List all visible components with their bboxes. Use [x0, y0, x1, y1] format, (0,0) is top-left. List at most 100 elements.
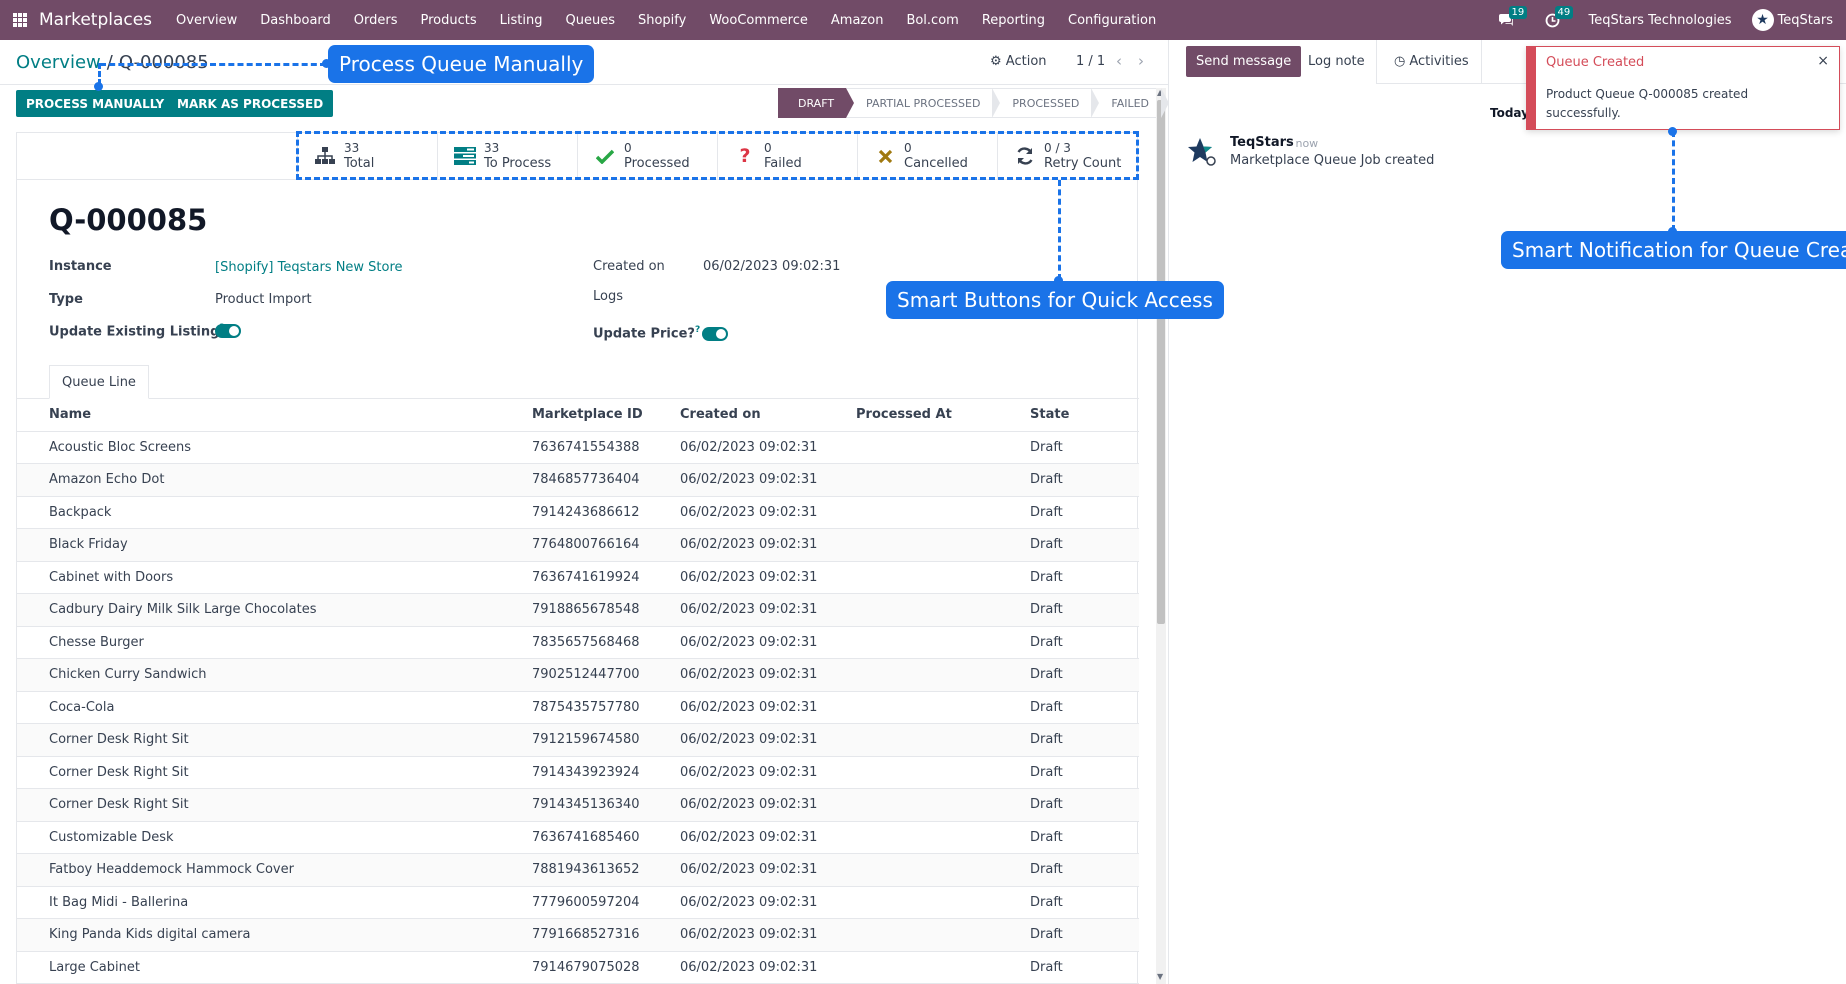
- update-price-label: Update Price??: [593, 325, 700, 341]
- table-row[interactable]: Corner Desk Right Sit 7914345136340 06/02/…: [17, 788, 1139, 822]
- table-row[interactable]: Corner Desk Right Sit 7914343923924 06/02/…: [17, 756, 1139, 789]
- cell-name: Coca-Cola: [17, 691, 532, 724]
- stage-draft[interactable]: DRAFT: [778, 88, 855, 118]
- menu-amazon[interactable]: Amazon: [831, 13, 884, 28]
- menu-configuration[interactable]: Configuration: [1068, 13, 1156, 28]
- menu-listing[interactable]: Listing: [500, 13, 543, 28]
- stage-failed[interactable]: FAILED: [1091, 88, 1169, 118]
- update-price-toggle[interactable]: [702, 327, 728, 341]
- menu-products[interactable]: Products: [421, 13, 477, 28]
- cell-name: Acoustic Bloc Screens: [17, 431, 532, 464]
- mark-as-processed-button[interactable]: MARK AS PROCESSED: [167, 90, 334, 117]
- table-row[interactable]: Black Friday 7764800766164 06/02/2023 09:0…: [17, 528, 1139, 562]
- menu-woocommerce[interactable]: WooCommerce: [709, 13, 808, 28]
- process-manually-button[interactable]: PROCESS MANUALLY: [16, 90, 175, 117]
- update-existing-listing-toggle[interactable]: [215, 324, 241, 338]
- column-processed-at[interactable]: Processed At: [856, 399, 1030, 432]
- scroll-down-arrow-icon[interactable]: ▼: [1157, 972, 1163, 981]
- chevron-right-icon[interactable]: ›: [1138, 52, 1144, 70]
- cell-marketplace-id: 7881943613652: [532, 853, 680, 887]
- annotation-dot: [94, 82, 103, 91]
- table-row[interactable]: Cadbury Dairy Milk Silk Large Chocolates…: [17, 593, 1139, 627]
- cell-created-on: 06/02/2023 09:02:31: [680, 528, 856, 562]
- cell-processed-at: [856, 431, 1030, 464]
- table-row[interactable]: Backpack 7914243686612 06/02/2023 09:02:31…: [17, 496, 1139, 529]
- instance-field[interactable]: [Shopify] Teqstars New Store: [215, 260, 403, 275]
- cell-state: Draft: [1030, 528, 1139, 562]
- message-author[interactable]: TeqStars: [1230, 135, 1294, 150]
- column-name[interactable]: Name: [17, 399, 532, 432]
- cell-created-on: 06/02/2023 09:02:31: [680, 756, 856, 789]
- table-row[interactable]: Chesse Burger 7835657568468 06/02/2023 09:…: [17, 626, 1139, 659]
- update-price-text: Update Price?: [593, 326, 695, 342]
- annotation-line: [100, 63, 326, 66]
- cell-processed-at: [856, 463, 1030, 497]
- menu-overview[interactable]: Overview: [176, 13, 237, 28]
- action-menu-button[interactable]: ⚙ Action: [990, 54, 1047, 69]
- activities-clock-icon[interactable]: 49: [1543, 6, 1574, 30]
- table-row[interactable]: It Bag Midi - Ballerina 7779600597204 06/0…: [17, 886, 1139, 919]
- menu-orders[interactable]: Orders: [354, 13, 398, 28]
- cell-state: Draft: [1030, 593, 1139, 627]
- type-field[interactable]: Product Import: [215, 292, 312, 307]
- cell-created-on: 06/02/2023 09:02:31: [680, 918, 856, 952]
- help-mark[interactable]: ?: [695, 325, 700, 335]
- chevron-left-icon[interactable]: ‹: [1116, 52, 1122, 70]
- cell-state: Draft: [1030, 951, 1139, 984]
- menu-queues[interactable]: Queues: [565, 13, 614, 28]
- cell-marketplace-id: 7914679075028: [532, 951, 680, 984]
- column-marketplace-id[interactable]: Marketplace ID: [532, 399, 680, 432]
- table-row[interactable]: Large Cabinet 7914679075028 06/02/2023 09:…: [17, 951, 1139, 984]
- table-row[interactable]: Fatboy Headdemock Hammock Cover 788194361…: [17, 853, 1139, 887]
- breadcrumb-overview[interactable]: Overview: [16, 52, 101, 73]
- tab-queue-line[interactable]: Queue Line: [49, 365, 149, 399]
- cell-processed-at: [856, 788, 1030, 822]
- table-row[interactable]: Chicken Curry Sandwich 7902512447700 06/02…: [17, 658, 1139, 692]
- messages-icon[interactable]: 19: [1497, 6, 1528, 30]
- cell-name: Corner Desk Right Sit: [17, 723, 532, 757]
- form-scrollbar-thumb[interactable]: [1157, 100, 1165, 624]
- app-brand[interactable]: Marketplaces: [39, 10, 152, 30]
- top-navbar: Marketplaces Overview Dashboard Orders P…: [0, 0, 1846, 40]
- activities-button[interactable]: ◷ Activities: [1384, 46, 1479, 77]
- messages-badge: 19: [1508, 6, 1528, 19]
- table-row[interactable]: Customizable Desk 7636741685460 06/02/2023…: [17, 821, 1139, 854]
- table-row[interactable]: King Panda Kids digital camera 7791668527…: [17, 918, 1139, 952]
- log-note-button[interactable]: Log note: [1298, 46, 1375, 77]
- apps-grid-icon[interactable]: [13, 13, 27, 27]
- company-switcher[interactable]: TeqStars Technologies: [1589, 13, 1732, 28]
- cell-processed-at: [856, 918, 1030, 952]
- cell-marketplace-id: 7914345136340: [532, 788, 680, 822]
- cell-marketplace-id: 7636741685460: [532, 821, 680, 854]
- created-on-label: Created on: [593, 259, 665, 274]
- callout-smart-buttons: Smart Buttons for Quick Access: [886, 281, 1224, 319]
- close-icon[interactable]: ×: [1817, 53, 1829, 69]
- cell-created-on: 06/02/2023 09:02:31: [680, 951, 856, 984]
- cell-name: Chicken Curry Sandwich: [17, 658, 532, 692]
- stage-processed[interactable]: PROCESSED: [992, 88, 1100, 118]
- menu-shopify[interactable]: Shopify: [638, 13, 686, 28]
- table-row[interactable]: Amazon Echo Dot 7846857736404 06/02/2023 0…: [17, 463, 1139, 497]
- clock-icon: ◷: [1394, 54, 1406, 69]
- pager-value[interactable]: 1 / 1: [1076, 54, 1105, 69]
- column-state[interactable]: State: [1030, 399, 1139, 432]
- cell-name: It Bag Midi - Ballerina: [17, 886, 532, 919]
- menu-bolcom[interactable]: Bol.com: [906, 13, 958, 28]
- column-created-on[interactable]: Created on: [680, 399, 856, 432]
- logs-label: Logs: [593, 289, 623, 304]
- cell-state: Draft: [1030, 723, 1139, 757]
- table-row[interactable]: Coca-Cola 7875435757780 06/02/2023 09:02:3…: [17, 691, 1139, 724]
- user-menu[interactable]: ★ TeqStars: [1751, 9, 1833, 31]
- menu-reporting[interactable]: Reporting: [982, 13, 1045, 28]
- action-label: Action: [1005, 54, 1047, 69]
- table-row[interactable]: Corner Desk Right Sit 7912159674580 06/02/…: [17, 723, 1139, 757]
- stage-partial-processed[interactable]: PARTIAL PROCESSED: [846, 88, 1001, 118]
- cell-created-on: 06/02/2023 09:02:31: [680, 463, 856, 497]
- menu-dashboard[interactable]: Dashboard: [260, 13, 331, 28]
- table-row[interactable]: Cabinet with Doors 7636741619924 06/02/202…: [17, 561, 1139, 594]
- cell-name: Amazon Echo Dot: [17, 463, 532, 497]
- cell-created-on: 06/02/2023 09:02:31: [680, 431, 856, 464]
- table-row[interactable]: Acoustic Bloc Screens 7636741554388 06/02/…: [17, 431, 1139, 464]
- cell-marketplace-id: 7875435757780: [532, 691, 680, 724]
- send-message-button[interactable]: Send message: [1186, 46, 1302, 77]
